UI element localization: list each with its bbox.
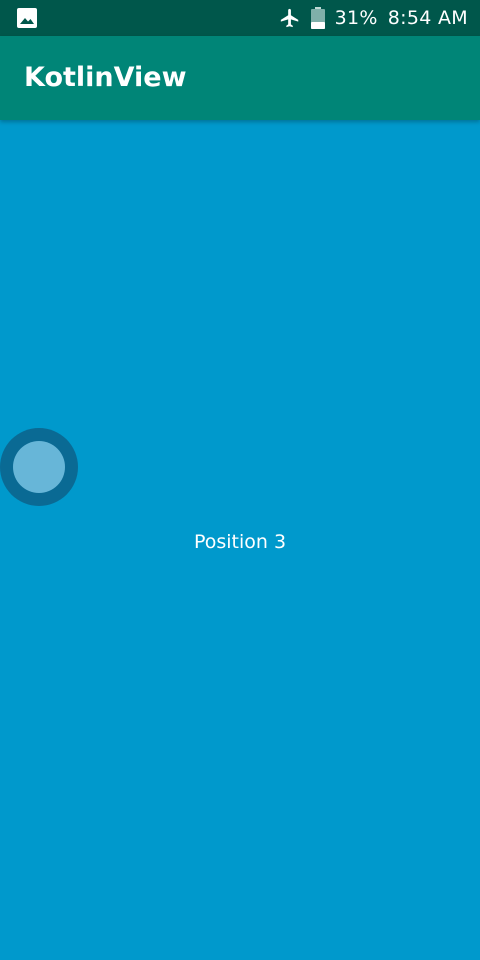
airplane-icon [279,7,301,29]
touch-indicator-core [13,441,65,493]
content-area[interactable]: Position 3 [0,120,480,960]
touch-indicator [0,428,78,506]
status-indicators: 31% 8:54 AM [279,0,468,36]
status-bar: 31% 8:54 AM [0,0,480,36]
app-title: KotlinView [24,62,187,93]
battery-icon [310,7,325,29]
image-icon [16,7,38,29]
clock-time: 8:54 AM [387,7,468,29]
app-bar: KotlinView [0,36,480,120]
battery-percent: 31% [334,7,378,29]
position-label: Position 3 [193,531,287,553]
screen: 31% 8:54 AM KotlinView Position 3 [0,0,480,960]
